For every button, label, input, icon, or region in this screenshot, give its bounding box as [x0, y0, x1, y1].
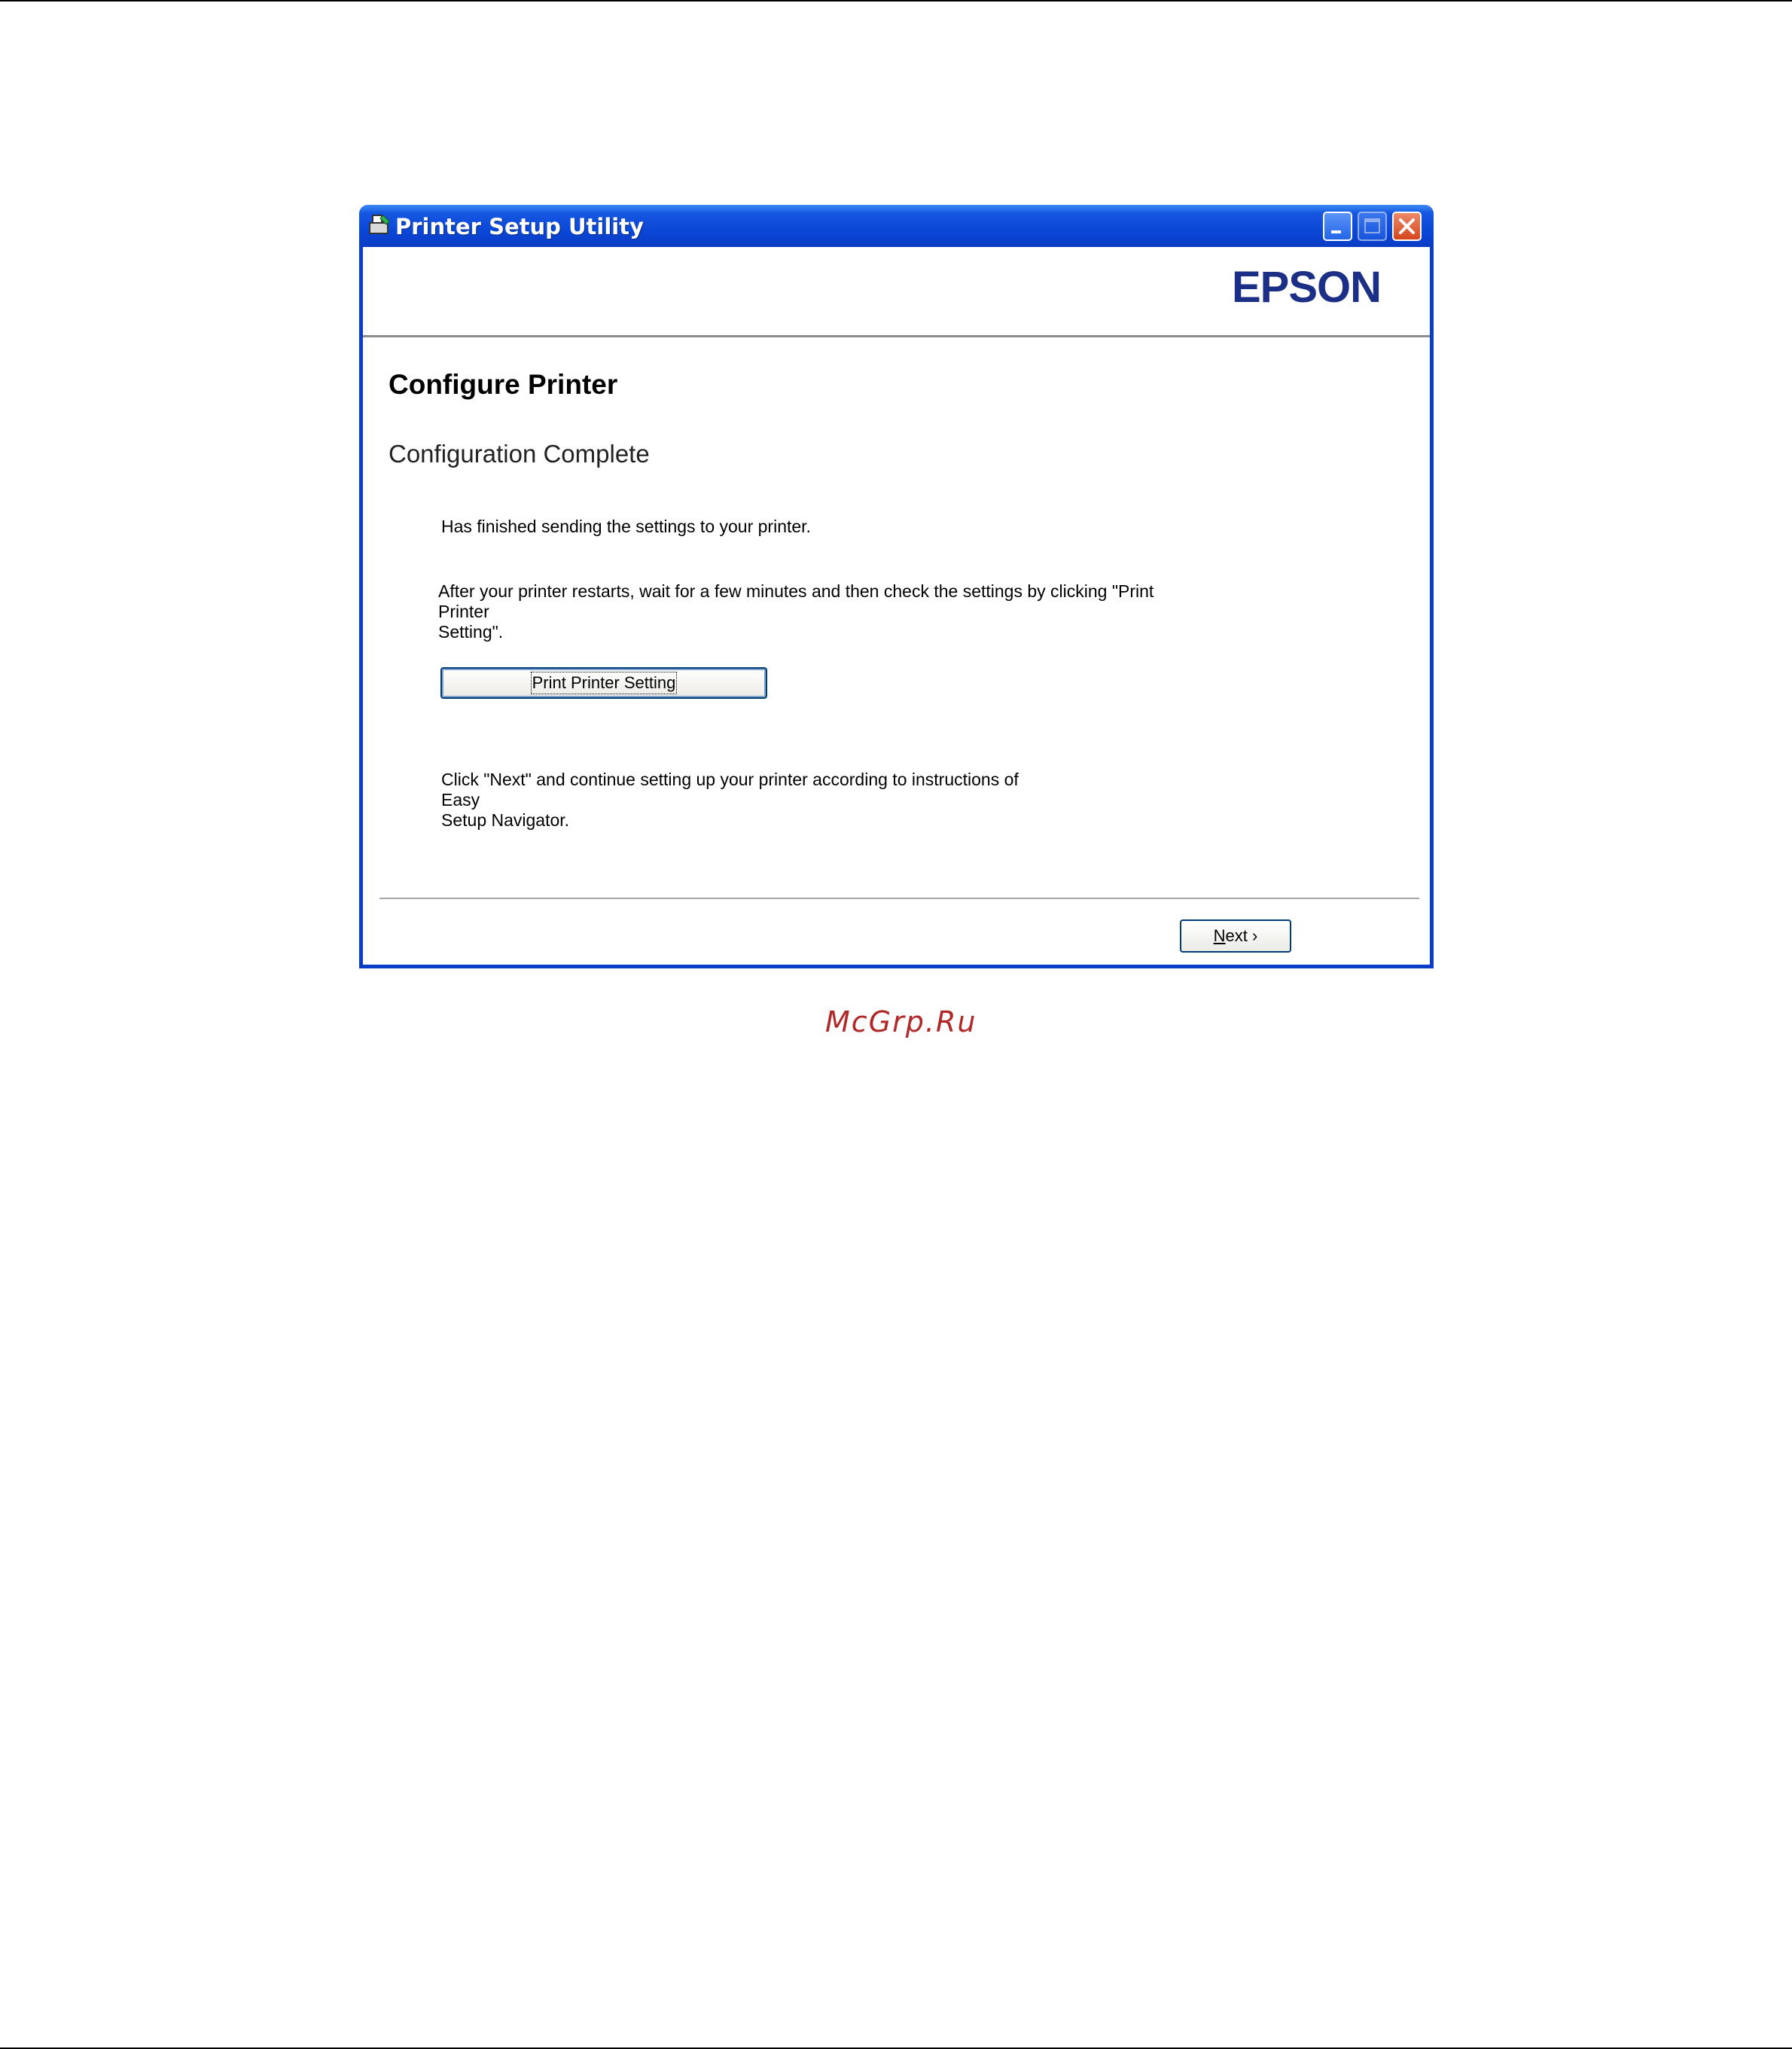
page-subtitle: Configuration Complete: [389, 440, 650, 468]
footer-divider: [379, 898, 1419, 899]
next-instructions: Click "Next" and continue setting up you…: [441, 770, 1044, 831]
next-label: ext: [1225, 926, 1248, 945]
restart-message-line: Setting".: [438, 622, 504, 642]
title-bar[interactable]: Printer Setup Utility: [359, 205, 1434, 247]
restart-message-line: After your printer restarts, wait for a …: [438, 581, 1154, 621]
restart-message: After your printer restarts, wait for a …: [438, 581, 1191, 642]
next-button[interactable]: Next ›: [1180, 919, 1291, 953]
print-printer-setting-label: Print Printer Setting: [530, 672, 678, 694]
watermark: McGrp.Ru: [825, 1005, 977, 1038]
page-top-rule: [0, 0, 1792, 2]
next-label-accel: N: [1213, 926, 1226, 945]
page-title: Configure Printer: [389, 369, 618, 400]
close-icon: [1399, 218, 1415, 234]
minimize-icon: [1331, 230, 1341, 233]
epson-logo: EPSON: [1232, 263, 1382, 312]
next-instructions-line: Setup Navigator.: [441, 810, 570, 830]
window-title: Printer Setup Utility: [395, 214, 644, 239]
close-button[interactable]: [1392, 212, 1422, 241]
maximize-button: [1358, 212, 1387, 241]
next-instructions-line: Click "Next" and continue setting up you…: [441, 770, 1019, 810]
setup-window: Printer Setup Utility EPSON Configure Pr…: [359, 205, 1434, 968]
minimize-button[interactable]: [1323, 212, 1352, 241]
header-band: EPSON: [363, 247, 1430, 337]
print-printer-setting-button[interactable]: Print Printer Setting: [440, 667, 767, 699]
app-icon: [367, 212, 392, 238]
sent-message: Has finished sending the settings to you…: [441, 517, 811, 536]
maximize-icon: [1364, 218, 1380, 233]
chevron-right-icon: ›: [1252, 926, 1258, 945]
